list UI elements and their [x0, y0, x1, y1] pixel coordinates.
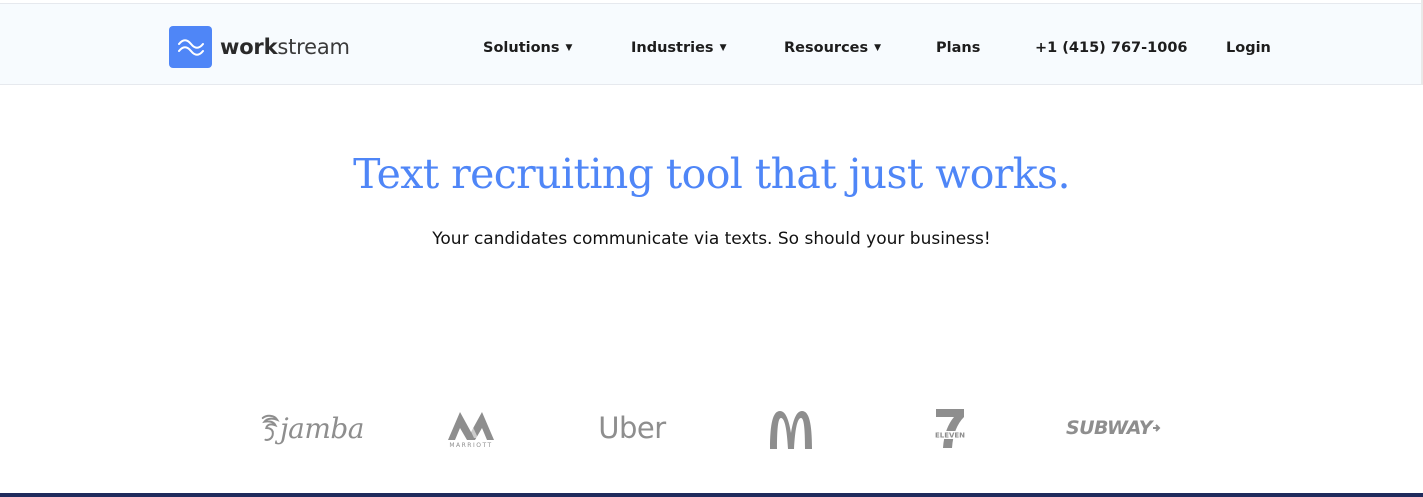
logo-wordmark-light: stream — [277, 35, 350, 59]
marriott-m-icon — [448, 411, 494, 440]
site-header: workstream Solutions ▼ Industries ▼ Reso… — [0, 4, 1423, 85]
golden-arches-icon — [770, 411, 812, 449]
nav-plans-label: Plans — [936, 40, 981, 56]
nav-phone-link[interactable]: +1 (415) 767-1006 — [1035, 38, 1188, 58]
mcdonalds-logo — [764, 400, 818, 456]
nav-plans[interactable]: Plans — [936, 38, 980, 58]
jamba-wordmark: jamba — [279, 411, 365, 445]
nav-resources[interactable]: Resources ▼ — [784, 38, 881, 58]
jamba-swirl-icon — [261, 414, 280, 441]
subway-wordmark: SUBWAY — [1065, 417, 1153, 439]
subway-logo: SUBWAY — [1060, 400, 1168, 456]
footer-edge-bar — [0, 493, 1423, 497]
chevron-down-icon: ▼ — [874, 43, 882, 53]
seven-eleven-wordmark: ELEVEN — [935, 432, 965, 440]
nav-solutions-label: Solutions — [483, 40, 560, 56]
hero-title: Text recruiting tool that just works. — [353, 150, 1070, 198]
subway-arrow-icon — [1153, 424, 1161, 432]
nav-login[interactable]: Login — [1226, 38, 1271, 58]
logo-wordmark: workstream — [220, 35, 350, 59]
jamba-logo: jamba — [260, 400, 365, 456]
chevron-down-icon: ▼ — [565, 43, 573, 53]
uber-wordmark: Uber — [598, 411, 666, 445]
uber-logo: Uber — [594, 400, 670, 456]
nav-phone-label: +1 (415) 767-1006 — [1035, 40, 1188, 56]
chevron-down-icon: ▼ — [719, 43, 727, 53]
nav-industries[interactable]: Industries ▼ — [631, 38, 727, 58]
nav-solutions[interactable]: Solutions ▼ — [483, 38, 572, 58]
marriott-logo: MARRIOTT — [440, 400, 502, 456]
seven-eleven-icon: ELEVEN — [935, 409, 965, 448]
logo-wordmark-bold: work — [220, 35, 278, 59]
nav-login-label: Login — [1226, 40, 1271, 56]
hero-subtitle: Your candidates communicate via texts. S… — [432, 229, 991, 249]
marriott-wordmark: MARRIOTT — [449, 441, 493, 449]
waves-icon — [169, 26, 212, 68]
seven-eleven-logo: ELEVEN — [930, 400, 970, 456]
workstream-logo[interactable]: workstream — [169, 26, 350, 68]
nav-resources-label: Resources — [784, 40, 869, 56]
customer-logos: jamba MARRIOTT Uber ELEVEN SUBWAY — [0, 400, 1423, 460]
nav-industries-label: Industries — [631, 40, 714, 56]
